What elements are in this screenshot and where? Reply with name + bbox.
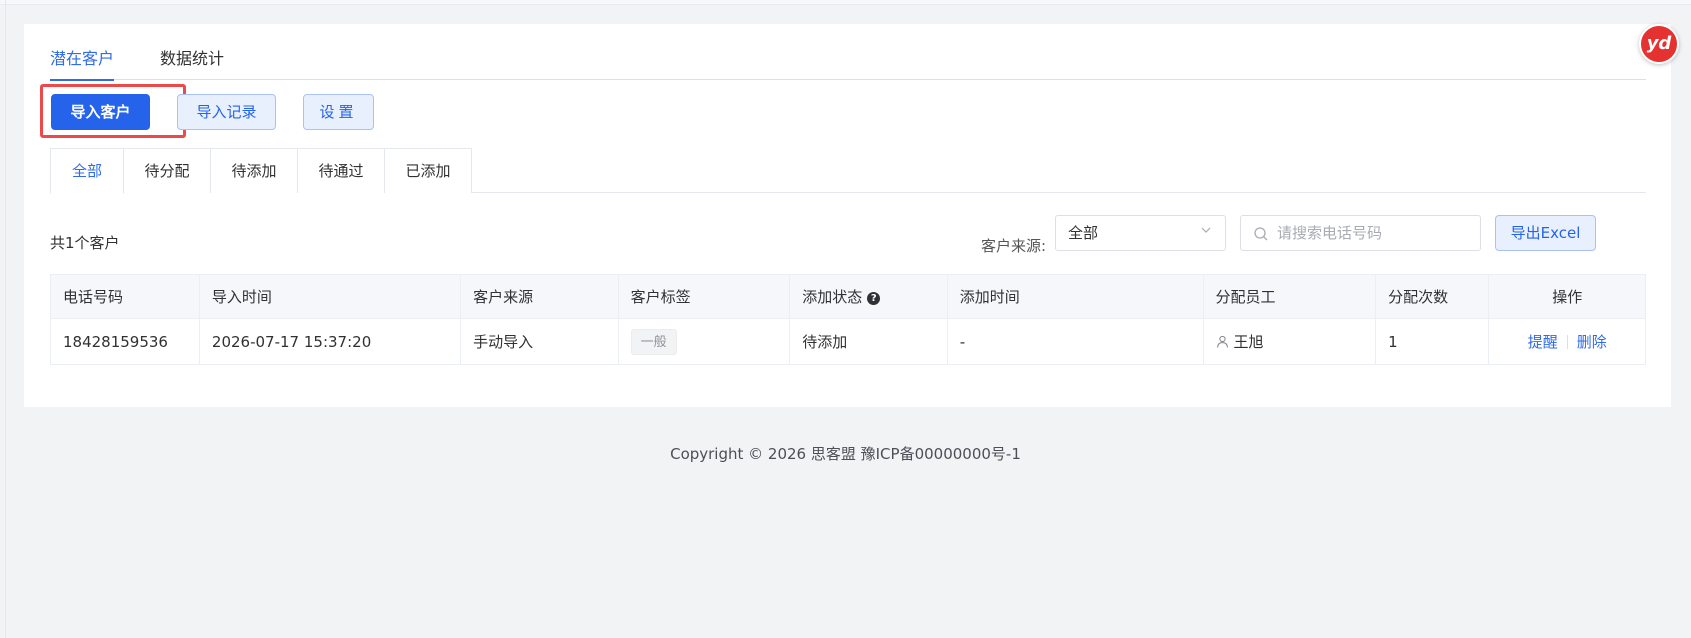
delete-link[interactable]: 删除 <box>1577 333 1607 351</box>
header-tag: 客户标签 <box>618 274 791 319</box>
cell-import-time: 2026-07-17 15:37:20 <box>199 318 462 365</box>
settings-button[interactable]: 设置 <box>303 94 374 130</box>
user-icon <box>1216 335 1228 348</box>
staff-name: 王旭 <box>1233 333 1264 351</box>
status-tab-pending-approval[interactable]: 待通过 <box>297 148 385 193</box>
header-add-status-label: 添加状态 <box>802 288 863 306</box>
status-tab-pending-add[interactable]: 待添加 <box>210 148 298 193</box>
header-import-time: 导入时间 <box>199 274 462 319</box>
cell-tag: 一般 <box>618 318 791 365</box>
cell-staff: 王旭 <box>1203 318 1377 365</box>
status-tab-pending-assign[interactable]: 待分配 <box>123 148 211 193</box>
phone-search-input[interactable] <box>1277 217 1473 249</box>
status-tab-bar: 全部 待分配 待添加 待通过 已添加 <box>50 148 1646 194</box>
import-records-button[interactable]: 导入记录 <box>177 94 276 130</box>
tab-data-statistics[interactable]: 数据统计 <box>160 44 224 80</box>
cell-assign-count: 1 <box>1375 318 1490 365</box>
header-phone: 电话号码 <box>50 274 200 319</box>
tab-potential-customers[interactable]: 潜在客户 <box>50 44 115 81</box>
phone-search-box[interactable] <box>1240 215 1481 251</box>
header-assign-count: 分配次数 <box>1375 274 1490 319</box>
main-card: 潜在客户 数据统计 导入客户 导入记录 设置 全部 待分配 待添加 待通过 已添… <box>24 24 1671 407</box>
chevron-down-icon <box>1201 227 1211 233</box>
source-filter-label: 客户来源: <box>981 237 1047 255</box>
customer-tag: 一般 <box>630 328 677 355</box>
customer-count: 共1个客户 <box>50 234 120 252</box>
search-icon <box>1254 227 1268 241</box>
left-divider <box>5 0 6 638</box>
header-add-status: 添加状态? <box>789 274 948 319</box>
footer-copyright: Copyright © 2026 思客盟 豫ICP备00000000号-1 <box>670 445 1021 463</box>
header-staff: 分配员工 <box>1203 274 1377 319</box>
customer-table: 电话号码 导入时间 客户来源 客户标签 添加状态? 添加时间 分配员工 分配次数… <box>50 274 1646 365</box>
cell-status: 待添加 <box>789 318 948 365</box>
header-add-time: 添加时间 <box>947 274 1204 319</box>
table-header-row: 电话号码 导入时间 客户来源 客户标签 添加状态? 添加时间 分配员工 分配次数… <box>50 274 1646 319</box>
source-select-value: 全部 <box>1068 224 1099 242</box>
export-excel-button[interactable]: 导出Excel <box>1495 215 1596 251</box>
cell-source: 手动导入 <box>460 318 619 365</box>
yd-logo-badge[interactable]: yd <box>1639 24 1679 64</box>
header-source: 客户来源 <box>460 274 619 319</box>
help-icon[interactable]: ? <box>867 292 881 305</box>
cell-actions: 提醒 删除 <box>1488 318 1646 365</box>
source-select[interactable]: 全部 <box>1055 215 1226 251</box>
cell-add-time: - <box>947 318 1204 365</box>
action-separator <box>1566 335 1568 349</box>
import-customers-button[interactable]: 导入客户 <box>51 94 150 130</box>
top-tab-bar: 潜在客户 数据统计 <box>50 44 1646 81</box>
table-row: 18428159536 2026-07-17 15:37:20 手动导入 一般 … <box>50 318 1646 365</box>
remind-link[interactable]: 提醒 <box>1528 333 1558 351</box>
page: 潜在客户 数据统计 导入客户 导入记录 设置 全部 待分配 待添加 待通过 已添… <box>0 0 1691 638</box>
status-tab-all[interactable]: 全部 <box>50 148 124 194</box>
status-tab-added[interactable]: 已添加 <box>384 148 472 193</box>
cell-phone: 18428159536 <box>50 318 200 365</box>
header-actions: 操作 <box>1488 274 1646 319</box>
top-strip <box>0 0 1691 5</box>
